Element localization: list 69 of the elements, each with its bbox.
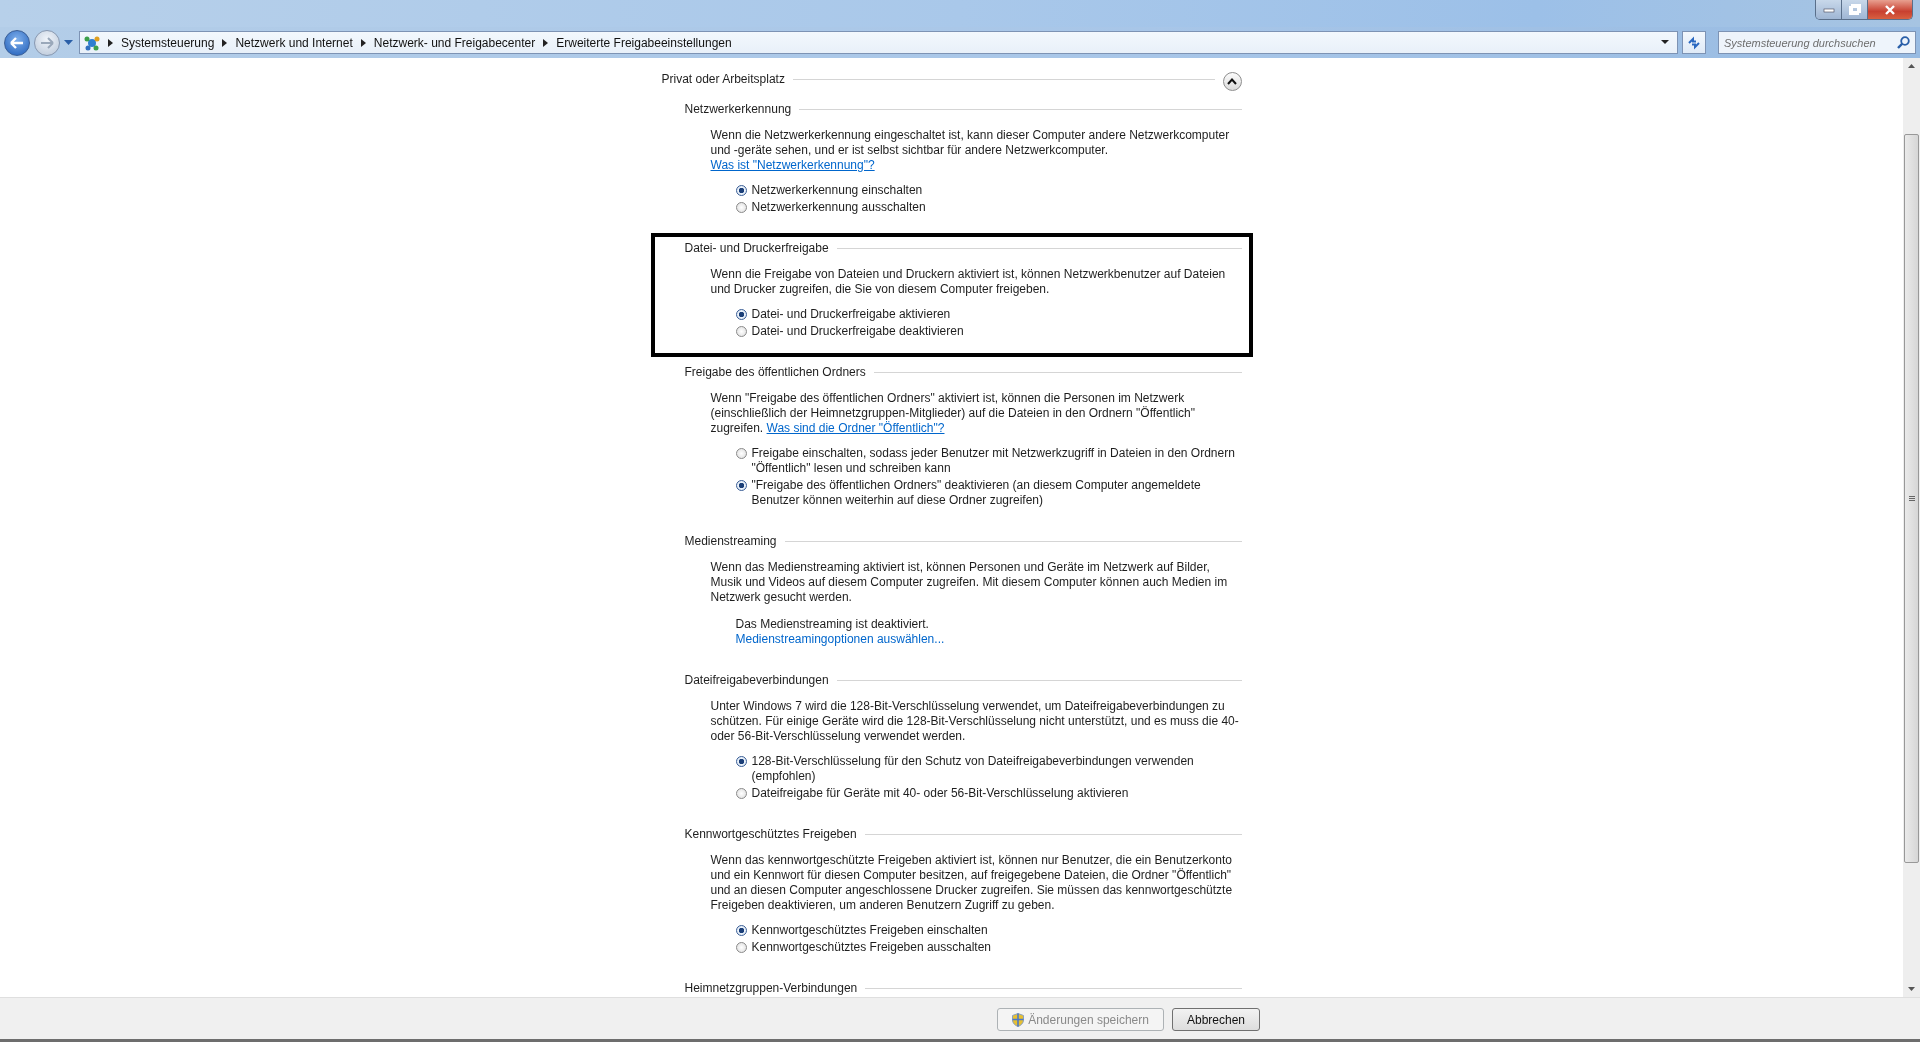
option-label[interactable]: Freigabe einschalten, sodass jeder Benutzer mit Netzwerkzugriff in Dateien in den Ordnern "Öffentlich" lesen und schreiben kann <box>751 446 1242 476</box>
status-text: Das Medienstreaming ist deaktiviert. <box>735 617 929 632</box>
section-title: Kennwortgeschütztes Freigeben <box>684 827 857 841</box>
restore-button[interactable] <box>1842 0 1868 19</box>
description-text: Wenn die Freigabe von Dateien und Druckern aktiviert ist, können Netzwerkbenutzer auf Dateien und Drucker zugreifen, die Sie von diesem Computer freigeben. <box>710 267 1227 297</box>
description-text: Wenn "Freigabe des öffentlichen Ordners" aktiviert ist, können die Personen im Netzwerk (einschließlich der Heimnetzgruppen-Mitglieder) auf die Dateien in den Ordnern "Öffentlich" zugreifen. Was sind die Ordner "Öffentlich"? <box>710 391 1197 436</box>
back-button[interactable] <box>4 29 30 56</box>
radio-button[interactable] <box>735 788 747 799</box>
collapse-button[interactable] <box>1222 71 1242 91</box>
cancel-button[interactable]: Abbrechen <box>1171 1008 1260 1031</box>
help-link[interactable]: Was ist "Netzwerkerkennung"? <box>710 158 875 172</box>
option-label[interactable]: "Freigabe des öffentlichen Ordners" deaktivieren (an diesem Computer angemeldete Benutzer können weiterhin auf diese Ordner zugreifen) <box>751 478 1242 508</box>
option-label[interactable]: Dateifreigabe für Geräte mit 40- oder 56-Bit-Verschlüsselung aktivieren <box>751 786 1129 801</box>
refresh-icon <box>1687 35 1701 50</box>
search-field[interactable]: Systemsteuerung durchsuchen <box>1718 31 1916 54</box>
restore-icon <box>1848 4 1861 15</box>
chevron-icon[interactable] <box>360 38 366 47</box>
address-bar[interactable]: Systemsteuerung Netzwerk und Internet Netzwerk- und Freigabecenter Erweiterte Freigabeeinstellungen <box>79 31 1678 54</box>
breadcrumb-item[interactable]: Systemsteuerung <box>121 35 215 50</box>
radio-button[interactable] <box>735 185 747 196</box>
section-title: Datei- und Druckerfreigabe <box>684 241 829 255</box>
option-label[interactable]: Datei- und Druckerfreigabe aktivieren <box>751 307 951 322</box>
radio-button[interactable] <box>735 925 747 936</box>
radio-button[interactable] <box>735 756 747 767</box>
option-label[interactable]: Kennwortgeschütztes Freigeben ausschalten <box>751 940 991 955</box>
description-text: Wenn das Medienstreaming aktiviert ist, können Personen und Geräte im Netzwerk auf Bilder, Musik und Videos auf diesem Computer zugreifen. Mit diesem Computer können auch Medien im Netzwerk gesucht werden. <box>710 560 1229 605</box>
up-arrow-icon[interactable] <box>1908 64 1915 68</box>
refresh-button[interactable] <box>1682 31 1706 54</box>
option-label[interactable]: Netzwerkerkennung einschalten <box>751 183 923 198</box>
radio-button[interactable] <box>735 942 747 953</box>
forward-arrow-icon <box>40 36 54 49</box>
minimize-button[interactable] <box>1816 0 1842 19</box>
section-title: Heimnetzgruppen-Verbindungen <box>684 981 858 995</box>
option-label[interactable]: Netzwerkerkennung ausschalten <box>751 200 926 215</box>
close-icon <box>1884 4 1896 15</box>
section-title: Dateifreigabeverbindungen <box>684 673 829 687</box>
section-title: Netzwerkerkennung <box>684 102 792 116</box>
caret-icon <box>1227 77 1237 85</box>
radio-button[interactable] <box>735 448 747 459</box>
group-title: Privat oder Arbeitsplatz <box>661 72 785 86</box>
section-title: Freigabe des öffentlichen Ordners <box>684 365 866 379</box>
breadcrumb-item[interactable]: Netzwerk- und Freigabecenter <box>373 35 536 50</box>
option-label[interactable]: Datei- und Druckerfreigabe deaktivieren <box>751 324 964 339</box>
help-link[interactable]: Was sind die Ordner "Öffentlich"? <box>766 421 945 435</box>
description-text: Wenn das kennwortgeschützte Freigeben aktiviert ist, können nur Benutzer, die ein Benutzerkonto und ein Kennwort für diesen Computer besitzen, auf freigegebene Dateien, die Ordner "Öffentlich" und an diesen Computer angeschlossene Drucker zugreifen. Sie müssen das kennwortgeschützte Freigeben deaktivieren, um anderen Benutzern Zugriff zu geben. <box>710 853 1234 913</box>
network-icon <box>84 34 100 51</box>
search-icon <box>1897 36 1910 49</box>
description-text: Wenn die Netzwerkerkennung eingeschaltet ist, kann dieser Computer andere Netzwerkcomputer und -geräte sehen, und er ist selbst sichtbar für andere Netzwerkcomputer. Was ist "Netzwerkerkennung"? <box>710 128 1231 173</box>
chevron-icon[interactable] <box>222 38 228 47</box>
close-button[interactable] <box>1868 0 1912 19</box>
chevron-icon[interactable] <box>543 38 549 47</box>
minimize-icon <box>1822 6 1835 13</box>
dropdown-icon[interactable] <box>1661 40 1669 45</box>
radio-button[interactable] <box>735 202 747 213</box>
description-text: Unter Windows 7 wird die 128-Bit-Verschlüsselung verwendet, um Dateifreigabeverbindungen zu schützen. Für einige Geräte wird die 128-Bit-Verschlüsselung nicht unterstützt, und es muss die 40- oder 56-Bit-Verschlüsselung verwendet werden. <box>710 699 1240 744</box>
radio-button[interactable] <box>735 480 747 491</box>
scrollbar[interactable] <box>1903 58 1920 997</box>
breadcrumb-item[interactable]: Netzwerk und Internet <box>235 35 353 50</box>
option-label[interactable]: Kennwortgeschütztes Freigeben einschalten <box>751 923 988 938</box>
back-arrow-icon <box>10 36 24 49</box>
radio-button[interactable] <box>735 309 747 320</box>
options-link[interactable]: Medienstreamingoptionen auswählen... <box>735 632 945 647</box>
down-arrow-icon[interactable] <box>1908 987 1915 991</box>
option-label[interactable]: 128-Bit-Verschlüsselung für den Schutz von Dateifreigabeverbindungen verwenden (empfohlen) <box>751 754 1242 784</box>
chevron-icon[interactable] <box>108 38 113 47</box>
breadcrumb-item[interactable]: Erweiterte Freigabeeinstellungen <box>556 35 732 50</box>
scroll-thumb[interactable] <box>1904 134 1919 863</box>
radio-button[interactable] <box>735 326 747 337</box>
section-title: Medienstreaming <box>684 534 777 548</box>
